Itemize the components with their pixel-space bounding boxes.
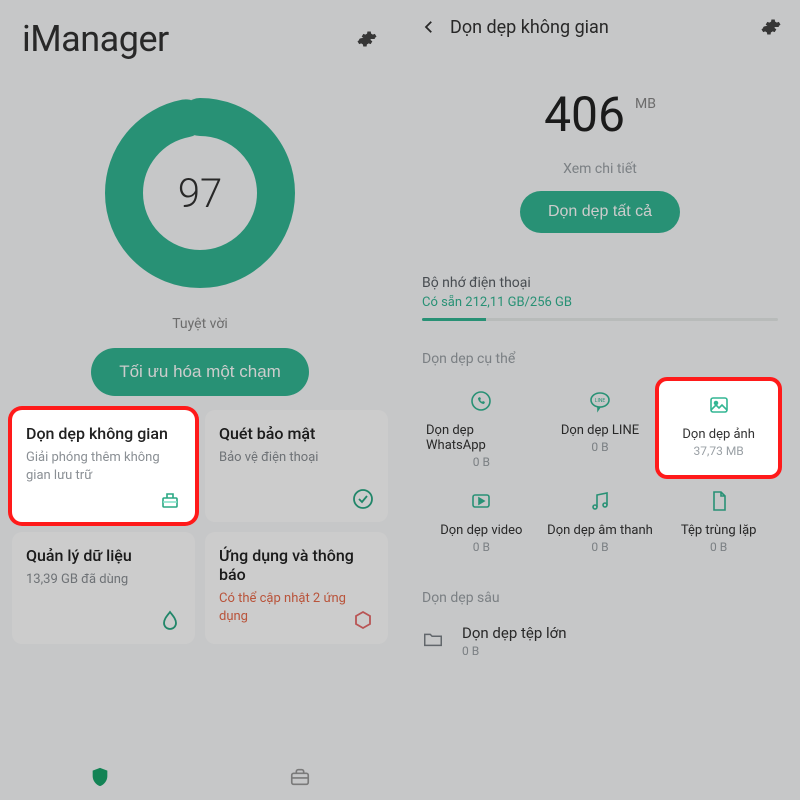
option-title: Dọn dẹp video <box>440 523 522 538</box>
bottom-nav <box>0 752 400 800</box>
tile-apps-notifications[interactable]: Ứng dụng và thông báo Có thể cập nhật 2 … <box>205 532 388 644</box>
video-icon <box>467 487 495 515</box>
score-number: 97 <box>105 98 295 288</box>
storage-bar-fill <box>422 318 486 321</box>
option-duplicates[interactable]: Tệp trùng lặp 0 B <box>659 481 778 560</box>
deep-large-files[interactable]: Dọn dẹp tệp lớn 0 B <box>422 620 778 662</box>
file-icon <box>705 487 733 515</box>
tile-data-management[interactable]: Quản lý dữ liệu 13,39 GB đã dùng <box>12 532 195 644</box>
deep-cleanup-label: Dọn dẹp sâu <box>422 590 778 606</box>
option-whatsapp[interactable]: Dọn dẹp WhatsApp 0 B <box>422 381 541 475</box>
tile-title: Dọn dẹp không gian <box>26 424 181 443</box>
option-title: Dọn dẹp LINE <box>561 423 639 438</box>
gear-icon[interactable] <box>356 28 378 50</box>
gear-icon[interactable] <box>760 16 782 38</box>
storage-bar <box>422 318 778 321</box>
specific-cleanup-label: Dọn dẹp cụ thể <box>422 351 778 367</box>
option-photos[interactable]: Dọn dẹp ảnh 37,73 MB <box>659 381 778 475</box>
option-subtitle: 0 B <box>473 455 490 469</box>
score-ring: 97 <box>105 98 295 288</box>
tile-subtitle: Bảo vệ điện thoại <box>219 449 374 467</box>
tile-title: Ứng dụng và thông báo <box>219 546 374 584</box>
tile-subtitle: Giải phóng thêm không gian lưu trữ <box>26 449 181 484</box>
deep-subtitle: 0 B <box>462 644 566 658</box>
tiles-grid: Dọn dẹp không gian Giải phóng thêm không… <box>0 396 400 644</box>
option-subtitle: 0 B <box>710 540 727 554</box>
tile-subtitle: 13,39 GB đã dùng <box>26 571 181 589</box>
option-audio[interactable]: Dọn dẹp âm thanh 0 B <box>541 481 660 560</box>
image-icon <box>705 391 733 419</box>
tile-clean-space[interactable]: Dọn dẹp không gian Giải phóng thêm không… <box>12 410 195 522</box>
option-title: Dọn dẹp WhatsApp <box>426 423 537 453</box>
hexagon-icon <box>350 608 376 634</box>
tile-title: Quét bảo mật <box>219 424 374 443</box>
cleanup-options-grid: Dọn dẹp WhatsApp 0 B LINE Dọn dẹp LINE 0… <box>422 381 778 560</box>
broom-icon <box>157 486 183 512</box>
tile-security-scan[interactable]: Quét bảo mật Bảo vệ điện thoại <box>205 410 388 522</box>
drop-icon <box>157 608 183 634</box>
app-title: iManager <box>22 18 169 60</box>
view-detail-link[interactable]: Xem chi tiết <box>400 161 800 177</box>
option-subtitle: 0 B <box>473 540 490 554</box>
option-subtitle: 0 B <box>591 540 608 554</box>
option-video[interactable]: Dọn dẹp video 0 B <box>422 481 541 560</box>
line-icon: LINE <box>586 387 614 415</box>
option-line[interactable]: LINE Dọn dẹp LINE 0 B <box>541 381 660 475</box>
option-title: Tệp trùng lặp <box>681 523 757 538</box>
svg-text:LINE: LINE <box>595 398 606 404</box>
folder-icon <box>422 628 448 654</box>
option-subtitle: 37,73 MB <box>694 444 744 458</box>
score-area: 97 Tuyệt vời Tối ưu hóa một chạm <box>0 68 400 396</box>
deep-text: Dọn dẹp tệp lớn 0 B <box>462 624 566 658</box>
storage-subtitle: Có sẵn 212,11 GB/256 GB <box>422 295 778 310</box>
whatsapp-icon <box>467 387 495 415</box>
right-header: Dọn dẹp không gian <box>400 0 800 46</box>
option-title: Dọn dẹp ảnh <box>682 427 755 442</box>
option-title: Dọn dẹp âm thanh <box>547 523 653 538</box>
cleanup-space-screen: Dọn dẹp không gian 406 MB Xem chi tiết D… <box>400 0 800 800</box>
tile-title: Quản lý dữ liệu <box>26 546 181 565</box>
optimize-button[interactable]: Tối ưu hóa một chạm <box>91 348 309 396</box>
back-icon[interactable] <box>418 16 440 38</box>
imanager-home-screen: iManager 97 Tuyệt vời Tối ưu hóa một chạ… <box>0 0 400 800</box>
cleanable-unit: MB <box>635 96 656 112</box>
score-caption: Tuyệt vời <box>172 316 228 332</box>
cleanable-size: 406 <box>544 86 625 143</box>
cleanup-summary: 406 MB Xem chi tiết Dọn dẹp tất cả <box>400 46 800 243</box>
option-subtitle: 0 B <box>591 440 608 454</box>
nav-shield-icon[interactable] <box>87 764 113 790</box>
storage-section: Bộ nhớ điện thoại Có sẵn 212,11 GB/256 G… <box>400 275 800 662</box>
left-header: iManager <box>0 0 400 68</box>
nav-toolbox-icon[interactable] <box>287 764 313 790</box>
music-icon <box>586 487 614 515</box>
deep-title: Dọn dẹp tệp lớn <box>462 624 566 642</box>
storage-title: Bộ nhớ điện thoại <box>422 275 778 291</box>
right-screen-title: Dọn dẹp không gian <box>450 17 750 38</box>
shield-check-icon <box>350 486 376 512</box>
clean-all-button[interactable]: Dọn dẹp tất cả <box>520 191 680 233</box>
